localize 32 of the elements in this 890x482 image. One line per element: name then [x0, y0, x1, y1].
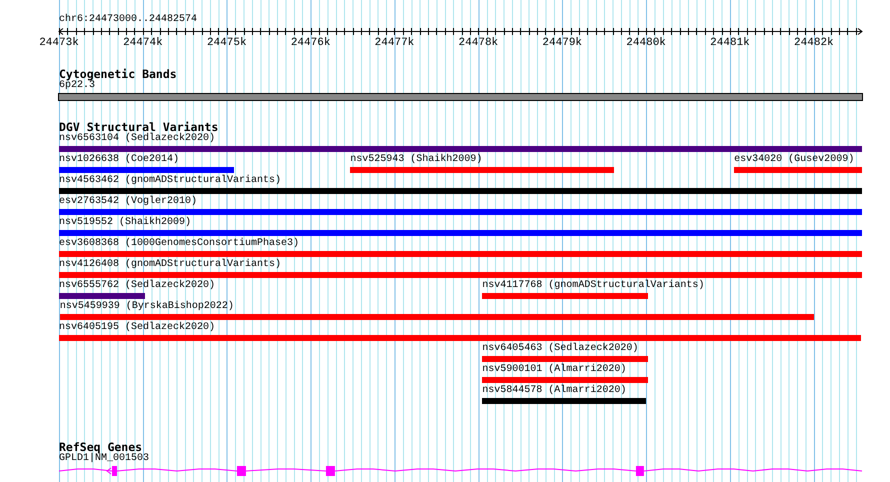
track-title: RefSeq Genes: [59, 441, 142, 453]
feature-label: nsv6405195 (Sedlazeck2020): [59, 322, 216, 334]
feature-label: esv34020 (Gusev2009): [734, 154, 854, 166]
tick-label: 24480k: [626, 37, 666, 49]
feature-label: nsv6563104 (Sedlazeck2020): [59, 133, 216, 145]
feature-label: nsv4563462 (gnomADStructuralVariants): [59, 175, 282, 187]
tick-label: 24474k: [123, 37, 163, 49]
feature-label: nsv5459939 (ByrskaBishop2022): [60, 301, 234, 313]
feature-label: nsv5900101 (Almarri2020): [482, 364, 626, 376]
tick-label: 24477k: [374, 37, 414, 49]
tick-label: 24479k: [542, 37, 582, 49]
band-label: 6p22.3: [59, 80, 96, 92]
location-label: chr6:24473000..24482574: [59, 14, 198, 26]
feature-label: nsv1026638 (Coe2014): [59, 154, 180, 166]
feature-label: esv3608368 (1000GenomesConsortiumPhase3): [59, 238, 300, 250]
tick-label: 24481k: [710, 37, 750, 49]
feature-label: nsv6405463 (Sedlazeck2020): [482, 343, 638, 355]
tick-label: 24475k: [206, 37, 247, 49]
feature-label: nsv4117768 (gnomADStructuralVariants): [482, 280, 704, 292]
feature-label: nsv525943 (Shaikh2009): [350, 154, 482, 166]
feature-label: nsv4126408 (gnomADStructuralVariants): [59, 259, 282, 271]
feature-label: nsv519552 (Shaikh2009): [59, 217, 192, 229]
gene-label: GPLD1|NM_001503: [59, 453, 150, 465]
tick-label: 24478k: [458, 37, 498, 49]
tick-label: 24482k: [794, 37, 834, 49]
track-title: DGV Structural Variants: [59, 121, 220, 133]
tick-label: 24476k: [290, 37, 330, 49]
feature-label: nsv6555762 (Sedlazeck2020): [59, 280, 216, 292]
tick-label: 24473k: [39, 37, 79, 49]
feature-label: nsv5844578 (Almarri2020): [482, 385, 626, 397]
feature-label: esv2763542 (Vogler2010): [59, 196, 198, 208]
track-title: Cytogenetic Bands: [59, 68, 178, 80]
